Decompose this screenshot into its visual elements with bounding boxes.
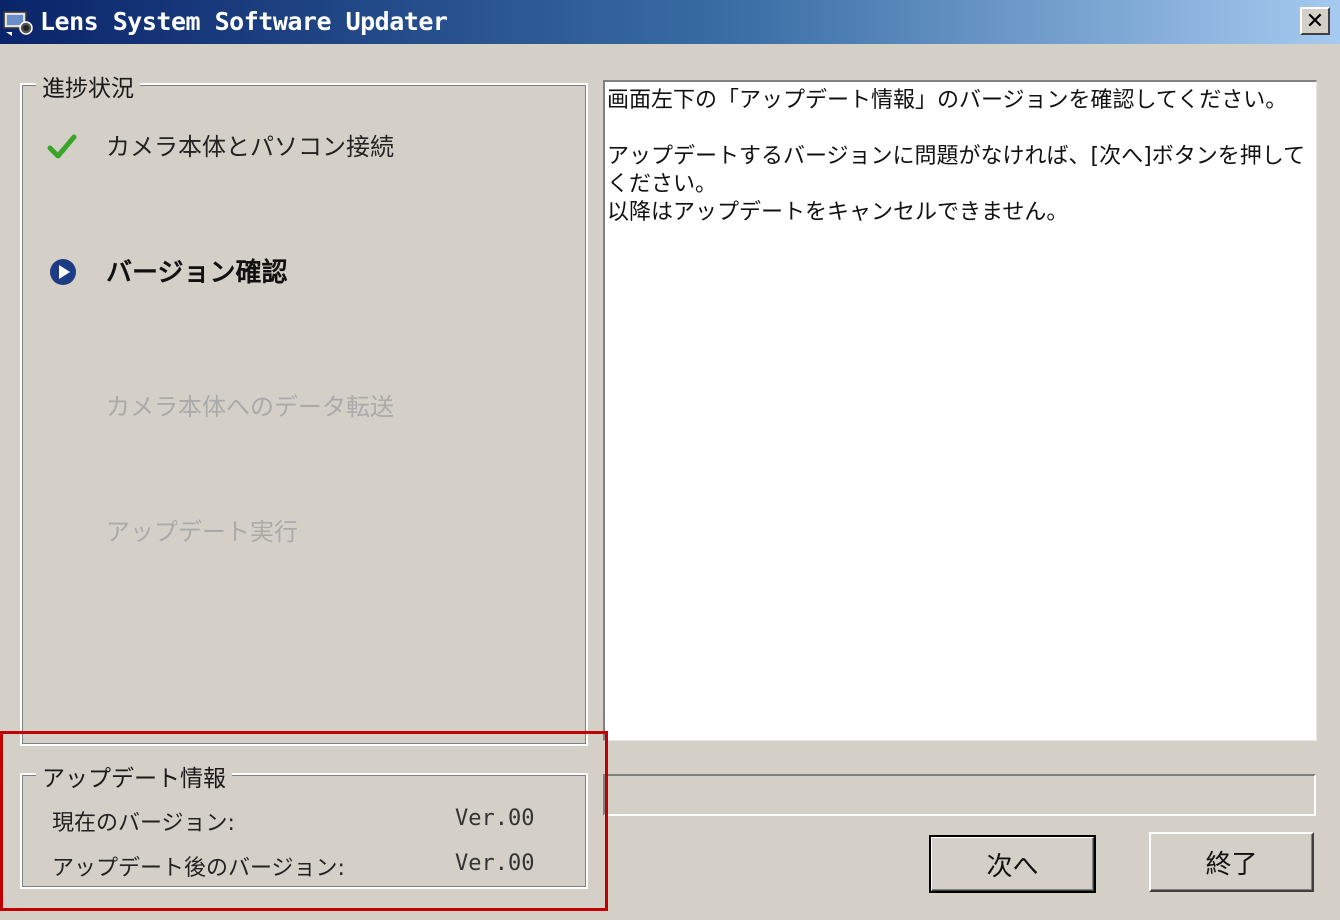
check-icon	[47, 134, 77, 159]
message-panel: 画面左下の「アップデート情報」のバージョンを確認してください。 アップデートする…	[603, 80, 1317, 741]
current-version-label: 現在のバージョン:	[52, 811, 235, 836]
step-connect: カメラ本体とパソコン接続	[106, 133, 394, 161]
progress-group: 進捗状況 カメラ本体とパソコン接続 バージョン確認 カメラ本体へのデータ転送 ア…	[20, 69, 588, 746]
close-button[interactable]: ✕	[1300, 7, 1330, 35]
progress-group-legend: 進捗状況	[36, 69, 140, 103]
step-version-check: バージョン確認	[106, 258, 288, 288]
step-execute-update: アップデート実行	[106, 518, 298, 546]
window-title: Lens System Software Updater	[40, 7, 448, 36]
update-info-legend: アップデート情報	[36, 759, 232, 793]
message-line-3: 以降はアップデートをキャンセルできません。	[607, 200, 1069, 225]
lens-updater-icon	[3, 11, 33, 36]
close-icon: ✕	[1305, 8, 1325, 34]
after-version-label: アップデート後のバージョン:	[52, 856, 345, 881]
message-line-2: アップデートするバージョンに問題がなければ、[次へ]ボタンを押してください。	[607, 144, 1306, 197]
exit-button[interactable]: 終了	[1149, 832, 1314, 892]
exit-button-label: 終了	[1205, 849, 1258, 880]
message-line-1: 画面左下の「アップデート情報」のバージョンを確認してください。	[607, 88, 1288, 113]
after-version-value: Ver.00	[455, 851, 535, 876]
progress-bar	[603, 774, 1316, 816]
play-circle-icon	[50, 259, 76, 285]
step-data-transfer: カメラ本体へのデータ転送	[106, 393, 394, 421]
next-button-label: 次へ	[986, 851, 1039, 882]
title-bar: Lens System Software Updater ✕	[0, 0, 1340, 44]
current-version-value: Ver.00	[455, 806, 535, 831]
next-button[interactable]: 次へ	[929, 835, 1096, 893]
